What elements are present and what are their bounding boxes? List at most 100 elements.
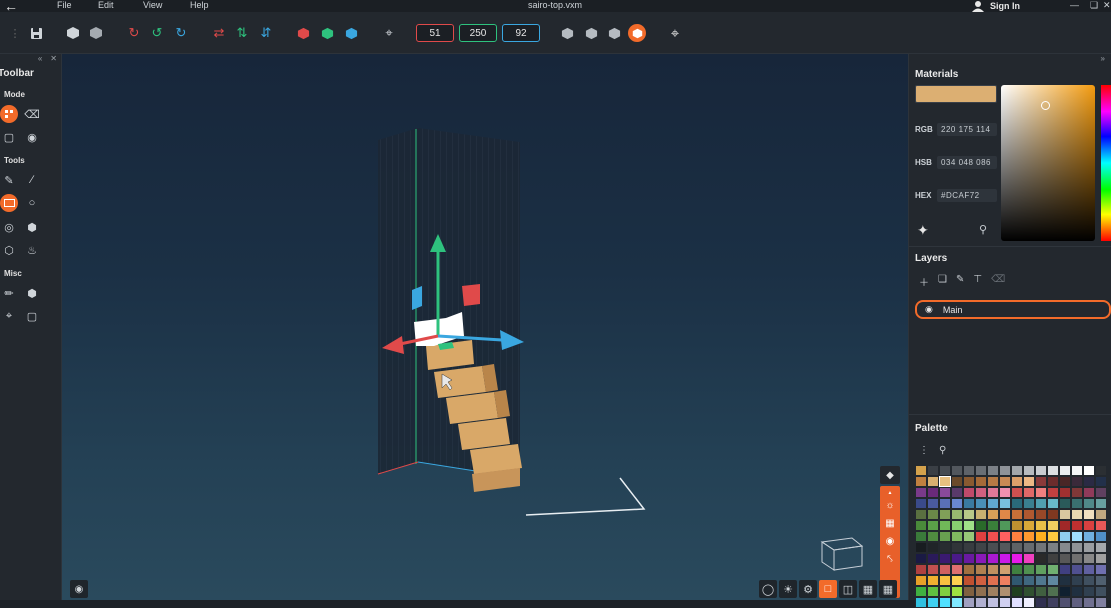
palette-swatch[interactable] [975, 498, 987, 509]
palette-swatch[interactable] [1059, 531, 1071, 542]
rotate-x-icon[interactable]: ↻ [125, 24, 143, 42]
quality-high-icon[interactable]: ▲ [880, 486, 900, 500]
palette-swatch[interactable] [1095, 476, 1107, 487]
palette-swatch[interactable] [939, 531, 951, 542]
palette-swatch[interactable] [1095, 553, 1107, 564]
palette-swatch[interactable] [927, 509, 939, 520]
palette-swatch[interactable] [987, 498, 999, 509]
palette-swatch[interactable] [963, 487, 975, 498]
palette-swatch[interactable] [951, 476, 963, 487]
palette-swatch[interactable] [951, 597, 963, 608]
palette-swatch[interactable] [939, 509, 951, 520]
sparkle-icon[interactable]: ✦ [917, 222, 929, 239]
palette-swatch[interactable] [1071, 542, 1083, 553]
palette-swatch[interactable] [987, 465, 999, 476]
minimize-icon[interactable]: — [1070, 0, 1079, 10]
shape-cube-icon[interactable] [558, 24, 576, 42]
palette-swatch[interactable] [963, 465, 975, 476]
palette-swatch[interactable] [963, 531, 975, 542]
palette-swatch[interactable] [1035, 520, 1047, 531]
palette-swatch[interactable] [927, 520, 939, 531]
cube-red-icon[interactable] [294, 24, 312, 42]
flip-x-icon[interactable]: ⇄ [210, 24, 228, 42]
palette-swatch[interactable] [915, 575, 927, 586]
palette-swatch[interactable] [1011, 498, 1023, 509]
palette-swatch[interactable] [987, 564, 999, 575]
palette-swatch[interactable] [1047, 542, 1059, 553]
palette-swatch[interactable] [1059, 465, 1071, 476]
palette-swatch[interactable] [1011, 531, 1023, 542]
scene-canvas[interactable] [62, 54, 908, 600]
palette-swatch[interactable] [1023, 465, 1035, 476]
palette-swatch[interactable] [1023, 531, 1035, 542]
palette-swatch[interactable] [1035, 564, 1047, 575]
palette-swatch[interactable] [975, 597, 987, 608]
shape-sphere-icon[interactable] [582, 24, 600, 42]
palette-swatch[interactable] [1083, 487, 1095, 498]
orbit-icon[interactable]: ◯ [759, 580, 777, 598]
dimension-x-input[interactable]: 51 [416, 24, 454, 42]
palette-swatch[interactable] [915, 542, 927, 553]
layout-split-icon[interactable]: ◫ [839, 580, 857, 598]
palette-swatch[interactable] [1059, 487, 1071, 498]
palette-swatch[interactable] [1035, 586, 1047, 597]
palette-swatch[interactable] [1095, 498, 1107, 509]
palette-swatch[interactable] [939, 465, 951, 476]
palette-swatch[interactable] [1023, 542, 1035, 553]
palette-swatch[interactable] [1083, 476, 1095, 487]
palette-swatch[interactable] [1035, 487, 1047, 498]
material-color-swatch[interactable] [915, 85, 997, 103]
palette-swatch[interactable] [1035, 498, 1047, 509]
shape-hex-active-icon[interactable] [628, 24, 646, 42]
palette-swatch[interactable] [951, 564, 963, 575]
palette-swatch[interactable] [987, 487, 999, 498]
palette-swatch[interactable] [1023, 553, 1035, 564]
palette-swatch[interactable] [1095, 487, 1107, 498]
palette-swatch[interactable] [999, 509, 1011, 520]
palette-swatch[interactable] [999, 575, 1011, 586]
menu-view[interactable]: View [143, 0, 162, 10]
light-bulb-icon[interactable]: ☀ [779, 580, 797, 598]
palette-swatch[interactable] [975, 520, 987, 531]
palette-swatch[interactable] [927, 586, 939, 597]
palette-swatch[interactable] [939, 575, 951, 586]
palette-swatch[interactable] [999, 564, 1011, 575]
box-tool-icon[interactable] [0, 194, 18, 212]
palette-swatch[interactable] [1023, 487, 1035, 498]
line-tool-icon[interactable]: ∕ [23, 171, 41, 189]
palette-swatch[interactable] [1095, 542, 1107, 553]
palette-swatch[interactable] [987, 509, 999, 520]
palette-swatch[interactable] [951, 542, 963, 553]
palette-swatch[interactable] [975, 586, 987, 597]
palette-swatch[interactable] [1011, 575, 1023, 586]
palette-swatch[interactable] [927, 575, 939, 586]
palette-swatch[interactable] [915, 564, 927, 575]
palette-swatch[interactable] [987, 597, 999, 608]
palette-swatch[interactable] [1059, 542, 1071, 553]
palette-swatch[interactable] [987, 476, 999, 487]
layout-single-icon[interactable]: □ [819, 580, 837, 598]
drag-handle-icon[interactable]: ⋮ [6, 24, 24, 42]
palette-swatch[interactable] [1059, 597, 1071, 608]
palette-swatch[interactable] [975, 465, 987, 476]
palette-swatch[interactable] [1095, 465, 1107, 476]
palette-swatch[interactable] [927, 597, 939, 608]
palette-swatch[interactable] [1023, 509, 1035, 520]
layout-grid-icon[interactable]: ▦ [879, 580, 897, 598]
palette-swatch[interactable] [975, 564, 987, 575]
color-picker-handle[interactable] [1041, 101, 1050, 110]
palette-swatch[interactable] [951, 586, 963, 597]
flip-z-icon[interactable]: ⇵ [257, 24, 275, 42]
palette-swatch[interactable] [963, 597, 975, 608]
resize-tool-icon[interactable]: ⌖ [0, 307, 18, 325]
palette-swatch[interactable] [1035, 553, 1047, 564]
palette-swatch[interactable] [975, 575, 987, 586]
palette-swatch[interactable] [1083, 575, 1095, 586]
palette-swatch[interactable] [1047, 553, 1059, 564]
rgb-input[interactable]: 220 175 114 [937, 123, 997, 136]
palette-swatch[interactable] [1071, 531, 1083, 542]
sign-in-button[interactable]: Sign In [972, 0, 1020, 12]
palette-swatch[interactable] [975, 487, 987, 498]
palette-swatch[interactable] [1059, 498, 1071, 509]
layer-item-main[interactable]: ◉ Main [915, 300, 1111, 319]
